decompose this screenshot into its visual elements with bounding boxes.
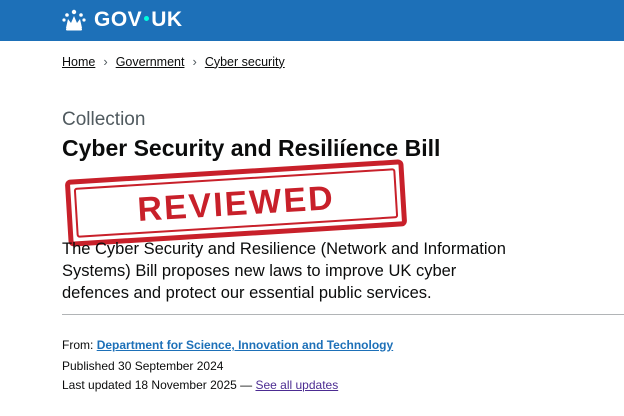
last-updated-text: Last updated 18 November 2025 — xyxy=(62,378,256,392)
last-updated-row: Last updated 18 November 2025 — See all … xyxy=(62,378,338,392)
breadcrumb-cyber-security-link[interactable]: Cyber security xyxy=(205,55,285,69)
reviewed-stamp: REVIEWED xyxy=(64,159,408,248)
stamp-text: REVIEWED xyxy=(136,179,335,229)
divider xyxy=(62,314,624,315)
chevron-right-icon: › xyxy=(192,54,197,69)
page-caption: Collection xyxy=(62,109,146,130)
page-title: Cyber Security and Resiliíence Bill xyxy=(62,135,441,161)
breadcrumb-government-link[interactable]: Government xyxy=(116,55,185,69)
reviewed-stamp-graphic: REVIEWED xyxy=(65,159,407,247)
crown-icon xyxy=(62,9,86,31)
chevron-right-icon: › xyxy=(103,54,108,69)
breadcrumb-home-link[interactable]: Home xyxy=(62,55,95,69)
logo-dot xyxy=(144,16,150,22)
from-row: From: Department for Science, Innovation… xyxy=(62,338,393,352)
published-date: Published 30 September 2024 xyxy=(62,359,224,373)
site-header: GOV UK xyxy=(0,0,624,41)
logo-text-gov: GOV xyxy=(94,8,143,31)
logo-text-uk: UK xyxy=(151,8,183,31)
breadcrumb: Home › Government › Cyber security xyxy=(62,54,285,69)
department-link[interactable]: Department for Science, Innovation and T… xyxy=(97,338,393,352)
logo-text: GOV UK xyxy=(94,8,183,32)
from-label: From: xyxy=(62,338,94,352)
see-all-updates-link[interactable]: See all updates xyxy=(255,378,338,392)
collection-description: The Cyber Security and Resilience (Netwo… xyxy=(62,240,506,302)
govuk-logo-link[interactable]: GOV UK xyxy=(62,8,183,32)
